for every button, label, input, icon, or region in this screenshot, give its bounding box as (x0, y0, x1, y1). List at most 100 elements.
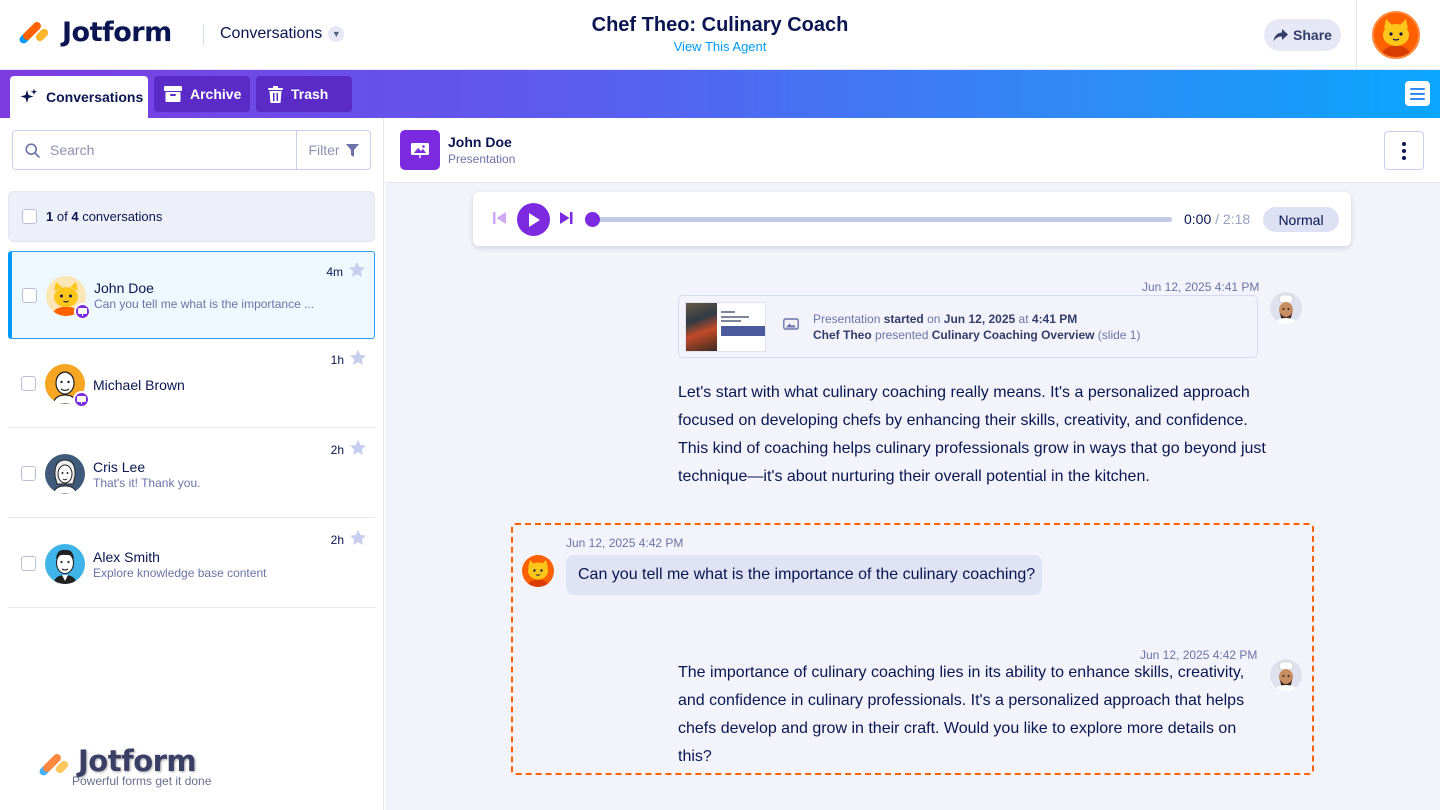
conversation-name: Alex Smith (93, 549, 160, 565)
star-icon[interactable] (348, 261, 366, 279)
jotform-logo[interactable]: Jotform (17, 16, 172, 48)
conversation-item-cris-lee[interactable]: Cris Lee That's it! Thank you. 2h (8, 430, 375, 518)
conversation-checkbox[interactable] (21, 556, 36, 571)
conversation-preview: Can you tell me what is the importance .… (94, 297, 315, 311)
conversation-item-alex-smith[interactable]: Alex Smith Explore knowledge base conten… (8, 520, 375, 608)
event-text: (slide 1) (1097, 328, 1141, 342)
event-text: 4:41 PM (1031, 312, 1078, 326)
chevron-down-icon: ▼ (328, 26, 345, 42)
share-arrow-icon (1273, 28, 1289, 41)
agent-avatar (1270, 292, 1302, 324)
section-dropdown[interactable]: Conversations ▼ (220, 25, 345, 43)
search-input[interactable] (50, 142, 270, 158)
conversation-name: John Doe (94, 280, 154, 296)
event-text: Culinary Coaching Overview (931, 328, 1095, 342)
sparkle-icon (20, 88, 38, 103)
playback-separator: / (1215, 211, 1220, 227)
filter-label: Filter (308, 142, 340, 158)
conversation-checkbox[interactable] (21, 376, 36, 391)
star-icon[interactable] (349, 349, 367, 367)
event-text: at (1018, 312, 1029, 326)
skip-next-icon[interactable] (559, 211, 573, 225)
account-avatar[interactable] (1372, 11, 1420, 59)
count-suffix: conversations (82, 209, 163, 224)
tab-conversations[interactable]: Conversations (10, 76, 148, 118)
star-icon[interactable] (349, 439, 367, 457)
skip-previous-icon[interactable] (493, 211, 507, 225)
select-all-checkbox[interactable] (22, 209, 37, 224)
section-dropdown-label: Conversations (220, 25, 323, 42)
archive-icon (164, 86, 182, 102)
presentation-started-line: Presentation started on Jun 12, 2025 at … (813, 312, 1077, 326)
top-header: Jotform Conversations ▼ Chef Theo: Culin… (0, 0, 1440, 70)
message-timestamp: Jun 12, 2025 4:41 PM (1142, 280, 1260, 294)
filter-button[interactable]: Filter (296, 130, 371, 170)
tab-bar: Conversations Archive Trash (0, 70, 1440, 118)
tab-archive[interactable]: Archive (154, 76, 250, 112)
list-divider (8, 427, 375, 428)
tab-archive-label: Archive (190, 86, 242, 102)
event-text: Jun 12, 2025 (943, 312, 1016, 326)
play-button[interactable] (517, 203, 550, 236)
slide-line (721, 311, 735, 313)
slide-photo (686, 303, 717, 351)
slide-band (721, 326, 765, 336)
event-text: Presentation (813, 312, 881, 326)
more-options-icon[interactable] (1384, 131, 1424, 170)
slide-line (721, 320, 741, 322)
event-text: presented (875, 328, 929, 342)
view-agent-link[interactable]: View This Agent (520, 39, 920, 54)
list-divider (8, 517, 375, 518)
conversation-item-john-doe[interactable]: John Doe Can you tell me what is the imp… (8, 251, 375, 339)
agent-message-text: Let's start with what culinary coaching … (678, 384, 1266, 485)
conversation-item-michael-brown[interactable]: Michael Brown 1h (8, 340, 375, 428)
share-button[interactable]: Share (1264, 19, 1341, 51)
header-divider (203, 24, 204, 46)
presentation-slide-line: Chef Theo presented Culinary Coaching Ov… (813, 328, 1140, 342)
presentation-event-card: Presentation started on Jun 12, 2025 at … (678, 295, 1258, 358)
logo-text: Jotform (62, 16, 172, 48)
selected-count: 1 (46, 209, 54, 224)
agent-avatar (1270, 659, 1302, 691)
presentation-icon (400, 130, 440, 170)
agent-message-text: The importance of culinary coaching lies… (678, 664, 1245, 765)
playback-scrubber-handle[interactable] (585, 212, 600, 227)
search-icon (25, 142, 40, 158)
playback-progress-track[interactable] (588, 217, 1172, 222)
playback-current: 0:00 (1184, 211, 1212, 227)
jotform-logo-icon (17, 16, 50, 48)
conversation-checkbox[interactable] (22, 288, 37, 303)
playback-speed-button[interactable]: Normal (1263, 207, 1339, 232)
selection-summary: 1 of 4 conversations (8, 191, 375, 242)
trash-icon (268, 85, 283, 103)
conversation-header: John Doe Presentation (385, 118, 1440, 183)
conversation-channel: Presentation (448, 152, 516, 166)
avatar (45, 454, 85, 494)
play-icon (528, 212, 540, 227)
conversation-name: Michael Brown (93, 377, 185, 393)
tab-trash[interactable]: Trash (256, 76, 352, 112)
star-icon[interactable] (349, 529, 367, 547)
conversation-sidebar: Filter 1 of 4 conversations John Doe Can… (0, 118, 384, 810)
conversation-panel: John Doe Presentation 0:00 / 2:18 Normal… (385, 118, 1440, 810)
search-box (12, 130, 297, 170)
slide-thumbnail[interactable] (685, 302, 766, 352)
total-count: 4 (71, 209, 79, 224)
filter-funnel-icon (345, 143, 359, 157)
conversation-user-name: John Doe (448, 134, 512, 150)
hamburger-menu-icon[interactable] (1405, 81, 1430, 106)
presentation-badge-icon (73, 391, 90, 408)
conversation-checkbox[interactable] (21, 466, 36, 481)
audio-player: 0:00 / 2:18 Normal (473, 192, 1351, 246)
selection-count-text: 1 of 4 conversations (46, 209, 162, 224)
list-divider (8, 607, 375, 608)
conversation-time: 2h (330, 443, 344, 457)
presentation-badge-icon (74, 303, 91, 320)
conversation-name: Cris Lee (93, 459, 146, 475)
conversation-time: 4m (326, 265, 343, 279)
cat-avatar-icon (1380, 19, 1412, 57)
event-text: on (927, 312, 941, 326)
playback-duration: 2:18 (1222, 211, 1251, 227)
conversation-preview: Explore knowledge base content (93, 566, 267, 580)
conversation-time: 2h (330, 533, 344, 547)
